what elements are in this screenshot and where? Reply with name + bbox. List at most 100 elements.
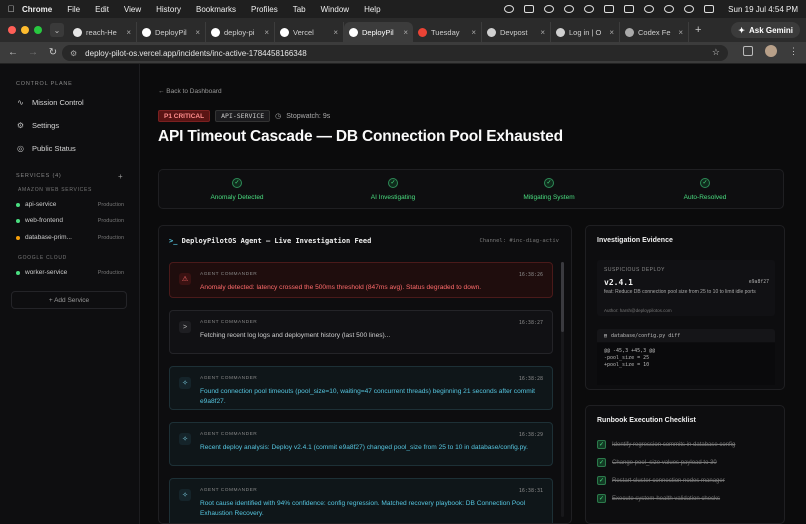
- close-window-button[interactable]: [8, 26, 16, 34]
- checkbox-checked-icon[interactable]: ✓: [597, 494, 606, 503]
- sparkle-icon: ✧: [179, 433, 191, 445]
- new-tab-button[interactable]: +: [695, 24, 701, 36]
- browser-tab[interactable]: Tuesday ×: [413, 22, 482, 42]
- tray-spotify-icon[interactable]: [584, 5, 595, 13]
- feed-entry: > AGENT COMMANDER 16:38:27 Fetching recent …: [169, 310, 553, 354]
- browser-tab[interactable]: reach-He ×: [68, 22, 137, 42]
- stage-ai-investigating: ✓ AI Investigating: [315, 170, 471, 208]
- url-bar[interactable]: ⚙ deploy-pilot-os.vercel.app/incidents/i…: [62, 45, 728, 61]
- tab-close-icon[interactable]: ×: [678, 28, 683, 37]
- tab-close-icon[interactable]: ×: [264, 28, 269, 37]
- reload-icon[interactable]: ↻: [46, 47, 60, 58]
- service-name: database-prim...: [25, 234, 72, 241]
- menu-window[interactable]: Window: [321, 5, 349, 14]
- tab-label: DeployPil: [362, 27, 394, 37]
- tab-close-icon[interactable]: ×: [333, 28, 338, 37]
- checkbox-checked-icon[interactable]: ✓: [597, 458, 606, 467]
- investigation-feed[interactable]: >_ DeployPilotOS Agent — Live Investigat…: [158, 225, 572, 524]
- apple-logo-icon[interactable]: : [0, 4, 22, 14]
- extensions-icon[interactable]: [743, 46, 753, 56]
- tab-close-icon[interactable]: ×: [126, 28, 131, 37]
- tray-gear-icon[interactable]: [504, 5, 515, 13]
- site-info-icon[interactable]: ⚙: [70, 49, 77, 58]
- browser-tab[interactable]: Vercel ×: [275, 22, 344, 42]
- runbook-item[interactable]: ✓ Identify regression commits in databas…: [597, 440, 777, 449]
- checkbox-checked-icon[interactable]: ✓: [597, 476, 606, 485]
- tab-close-icon[interactable]: ×: [471, 28, 476, 37]
- menu-help[interactable]: Help: [364, 5, 380, 14]
- tray-battery-icon[interactable]: [624, 5, 635, 13]
- check-icon: ✓: [700, 177, 710, 188]
- back-to-dashboard-link[interactable]: ← Back to Dashboard: [158, 88, 222, 95]
- tab-close-icon[interactable]: ×: [195, 28, 200, 37]
- tray-window-icon[interactable]: [604, 5, 615, 13]
- runbook-item[interactable]: ✓ Execute system-health validation check…: [597, 494, 777, 503]
- runbook-item[interactable]: ✓ Restart cluster connection nodes manag…: [597, 476, 777, 485]
- diff-file-name: database/config.py diff: [611, 332, 681, 339]
- feed-scrollbar-thumb[interactable]: [561, 262, 564, 332]
- bookmark-star-icon[interactable]: ☆: [712, 47, 720, 58]
- runbook-item-text: Change pool_size values payload to 30: [612, 459, 717, 466]
- tray-sun-icon[interactable]: [564, 5, 575, 13]
- entry-author: AGENT COMMANDER: [200, 376, 258, 381]
- maximize-window-button[interactable]: [34, 26, 42, 34]
- menu-tab[interactable]: Tab: [293, 5, 306, 14]
- runbook-item-text: Identify regression commits in database …: [612, 441, 736, 448]
- feed-entry: ✧ AGENT COMMANDER 16:38:28 Found connection…: [169, 366, 553, 410]
- menu-view[interactable]: View: [124, 5, 141, 14]
- service-item-database-primary[interactable]: database-prim... Production: [16, 234, 124, 241]
- tab-close-icon[interactable]: ×: [403, 28, 408, 37]
- commit-sha: e9a8f27: [748, 280, 769, 285]
- menubar-clock[interactable]: Sun 19 Jul 4:54 PM: [728, 5, 798, 14]
- sidebar-item-public-status[interactable]: ◎ Public Status: [16, 144, 76, 153]
- back-arrow-icon[interactable]: ←: [6, 47, 20, 58]
- add-service-plus-button[interactable]: +: [118, 172, 123, 181]
- stage-label: AI Investigating: [370, 193, 416, 201]
- tray-cloud-icon[interactable]: [544, 5, 555, 13]
- sidebar-item-label: Settings: [32, 121, 60, 130]
- tab-close-icon[interactable]: ×: [540, 28, 545, 37]
- runbook-item[interactable]: ✓ Change pool_size values payload to 30: [597, 458, 777, 467]
- gear-icon: ⚙: [16, 121, 25, 130]
- tab-favicon-icon: [625, 27, 634, 37]
- minimize-window-button[interactable]: [21, 26, 29, 34]
- menu-file[interactable]: File: [67, 5, 80, 14]
- tray-user-icon[interactable]: [684, 5, 695, 13]
- stopwatch-icon: ◷: [275, 113, 282, 120]
- control-center-icon[interactable]: [704, 5, 715, 13]
- menu-history[interactable]: History: [156, 5, 181, 14]
- service-item-web-frontend[interactable]: web-frontend Production: [16, 217, 124, 224]
- add-service-button[interactable]: + Add Service: [11, 291, 127, 309]
- browser-tab[interactable]: Devpost ×: [482, 22, 551, 42]
- diff-added-line: +pool_size = 10: [604, 362, 650, 368]
- url-text[interactable]: deploy-pilot-os.vercel.app/incidents/inc…: [85, 49, 306, 58]
- sidebar-item-settings[interactable]: ⚙ Settings: [16, 121, 59, 130]
- tray-arc-icon[interactable]: [524, 5, 535, 13]
- alert-icon: ⚠: [179, 273, 191, 285]
- menu-bookmarks[interactable]: Bookmarks: [196, 5, 236, 14]
- tab-label: Codex Fe: [638, 27, 671, 37]
- sidebar-item-mission-control[interactable]: ∿ Mission Control: [16, 98, 84, 107]
- tray-wifi-icon[interactable]: [644, 5, 655, 13]
- browser-tab[interactable]: Log in | O ×: [551, 22, 620, 42]
- menu-edit[interactable]: Edit: [95, 5, 109, 14]
- forward-arrow-icon[interactable]: →: [26, 47, 40, 58]
- ask-gemini-button[interactable]: ✦ Ask Gemini: [731, 22, 800, 38]
- menu-chrome[interactable]: Chrome: [22, 5, 52, 14]
- tab-close-icon[interactable]: ×: [609, 28, 614, 37]
- profile-avatar[interactable]: [765, 45, 777, 57]
- checkbox-checked-icon[interactable]: ✓: [597, 440, 606, 449]
- browser-tab[interactable]: DeployPil ×: [344, 22, 413, 42]
- browser-tab[interactable]: deploy-pi ×: [206, 22, 275, 42]
- menu-profiles[interactable]: Profiles: [251, 5, 278, 14]
- browser-tab[interactable]: DeployPil ×: [137, 22, 206, 42]
- diff-removed-line: -pool_size = 25: [604, 355, 650, 361]
- more-menu-icon[interactable]: ⋮: [789, 46, 798, 57]
- service-item-api-service[interactable]: api-service Production: [16, 201, 124, 208]
- terminal-icon: >_: [169, 237, 178, 245]
- browser-tab[interactable]: Codex Fe ×: [620, 22, 689, 42]
- service-item-worker-service[interactable]: worker-service Production: [16, 269, 124, 276]
- tab-search-chevron-icon[interactable]: ⌄: [50, 23, 64, 37]
- investigation-evidence-panel: Investigation Evidence SUSPICIOUS DEPLOY…: [585, 225, 785, 390]
- tray-search-icon[interactable]: [664, 5, 675, 13]
